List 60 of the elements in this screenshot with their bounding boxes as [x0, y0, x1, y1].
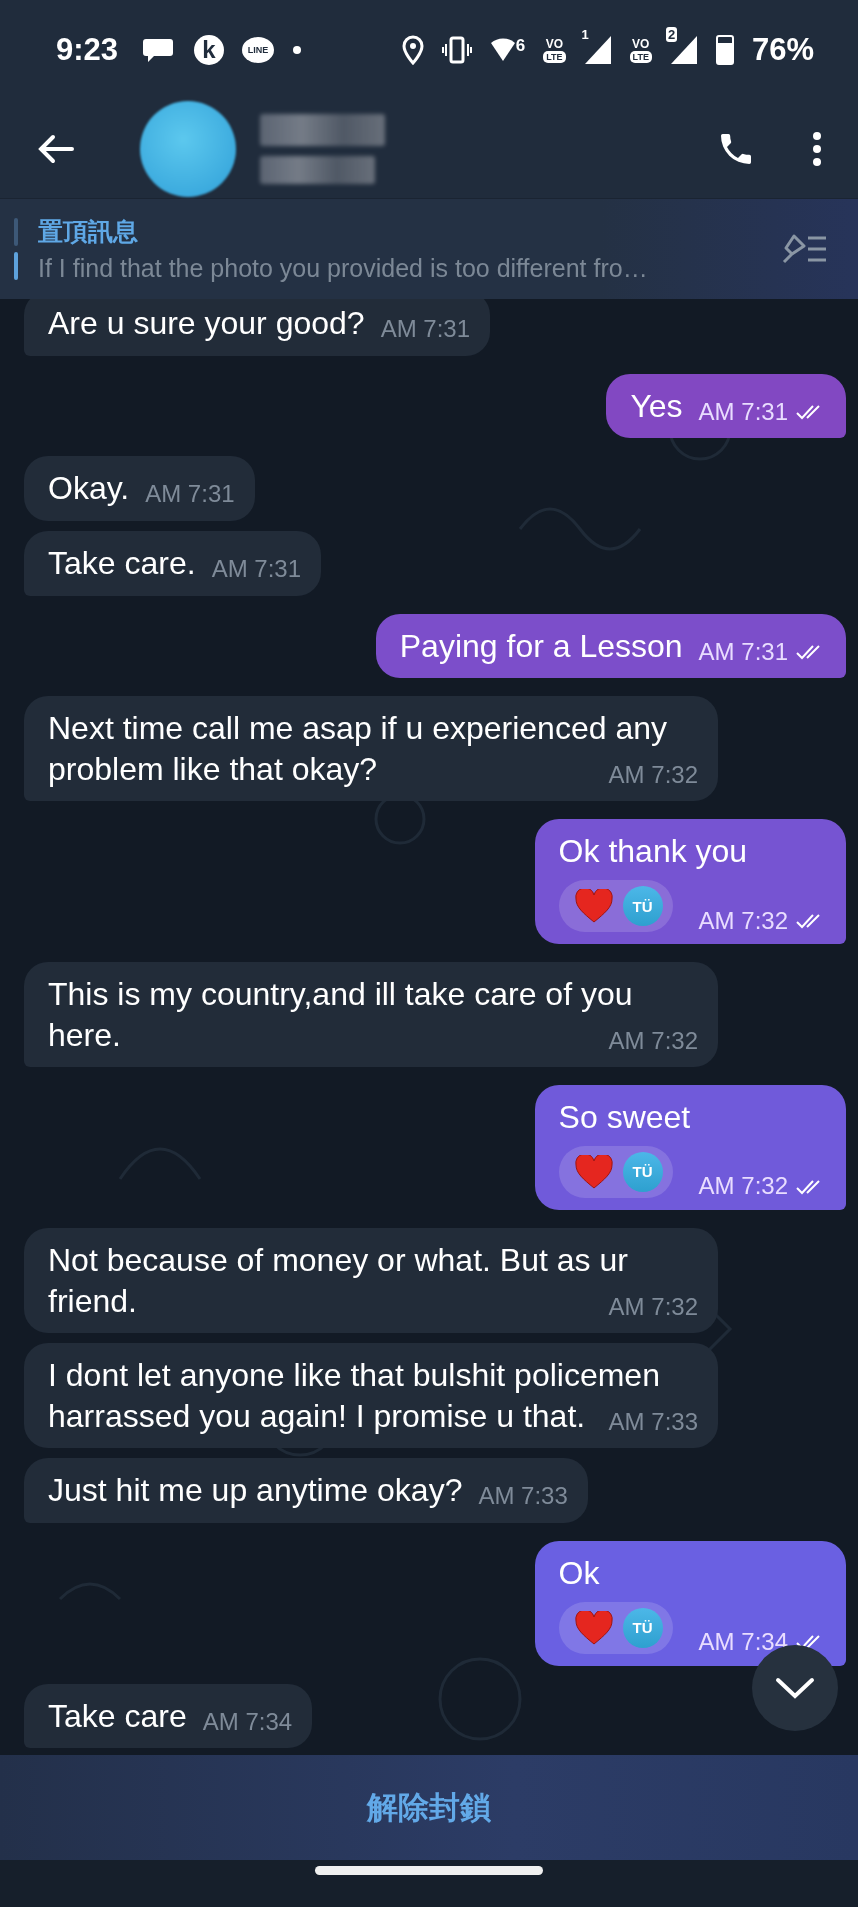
lte-label: LTE [543, 50, 566, 63]
more-icon [812, 131, 822, 167]
reactor-avatar: TÜ [622, 1151, 663, 1192]
message-time: AM 7:32 [698, 1171, 788, 1202]
message-time: AM 7:31 [380, 317, 471, 341]
sent-message: Yes AM 7:31 [606, 373, 846, 439]
unblock-button[interactable]: 解除封鎖 [337, 1776, 521, 1839]
pinned-text: If I find that the photo you provided is too different fro… [38, 254, 649, 283]
chevron-down-icon [775, 1677, 815, 1699]
message-time: AM 7:31 [145, 482, 235, 507]
vibrate-icon [441, 36, 472, 64]
wifi-icon [489, 37, 516, 63]
received-message: This is my country,and ill take care of you here. AM 7:32 [24, 962, 718, 1068]
message-time: AM 7:32 [608, 1028, 698, 1053]
volte-label: VO [545, 37, 564, 50]
received-message: I dont let anyone like that bulshit policemen harrassed you again! I promise u that. AM 7:33 [24, 1343, 718, 1449]
status-time: 9:23 [56, 32, 119, 68]
message-time: AM 7:33 [478, 1484, 568, 1509]
message-time: AM 7:32 [608, 1294, 698, 1319]
received-message: Are u sure your good? AM 7:31 [24, 299, 491, 356]
reactor-avatar: TÜ [622, 1607, 663, 1648]
reaction-chip[interactable]: TÜ [558, 1145, 673, 1198]
received-message: Take care AM 7:34 [24, 1683, 313, 1749]
battery-percent: 76% [751, 32, 814, 68]
pinned-message-bar[interactable]: 置頂訊息 If I find that the photo you provided is too different fro… [0, 198, 858, 299]
received-message: Take care. AM 7:31 [24, 530, 321, 596]
volte-label: VO [632, 37, 650, 50]
back-arrow-icon [38, 134, 74, 164]
received-message: Just hit me up anytime okay? AM 7:33 [24, 1458, 588, 1523]
received-message: Next time call me asap if u experienced any problem like that okay? AM 7:32 [24, 696, 718, 802]
message-time: AM 7:32 [608, 762, 698, 787]
reaction-chip[interactable]: TÜ [558, 880, 673, 932]
battery-icon [715, 35, 734, 65]
message-time: AM 7:33 [608, 1409, 698, 1434]
message-time: AM 7:31 [211, 556, 301, 581]
message-time: AM 7:31 [698, 639, 788, 664]
message-time: AM 7:34 [202, 1709, 293, 1734]
dot-icon [292, 45, 303, 55]
app-logo-icon: LINE [242, 37, 275, 63]
message-time: AM 7:32 [698, 905, 788, 936]
sent-message: Ok thank you TÜ AM 7:32 [534, 819, 846, 944]
received-message: Not because of money or what. But as ur friend. AM 7:32 [24, 1227, 718, 1334]
heart-icon [574, 1610, 613, 1645]
message-time: AM 7:34 [698, 1627, 788, 1658]
sent-message: Paying for a Lesson AM 7:31 [375, 613, 846, 679]
location-icon [401, 35, 424, 65]
message-time: AM 7:31 [698, 399, 788, 424]
pinned-title: 置頂訊息 [38, 216, 139, 247]
reaction-chip[interactable]: TÜ [558, 1601, 673, 1654]
app-logo-icon: k [194, 35, 225, 65]
sent-message: So sweet TÜ AM 7:32 [534, 1085, 846, 1210]
heart-icon [574, 889, 613, 923]
reactor-avatar: TÜ [622, 886, 663, 926]
sim-slot-label: 1 [580, 27, 590, 42]
received-message: Okay. AM 7:31 [24, 456, 255, 521]
wifi-label: 6 [515, 37, 526, 57]
heart-icon [574, 1154, 613, 1189]
sim-slot-label: 2 [665, 27, 678, 42]
sent-message: Ok TÜ AM 7:34 [534, 1541, 846, 1666]
lte-label: LTE [629, 50, 652, 63]
